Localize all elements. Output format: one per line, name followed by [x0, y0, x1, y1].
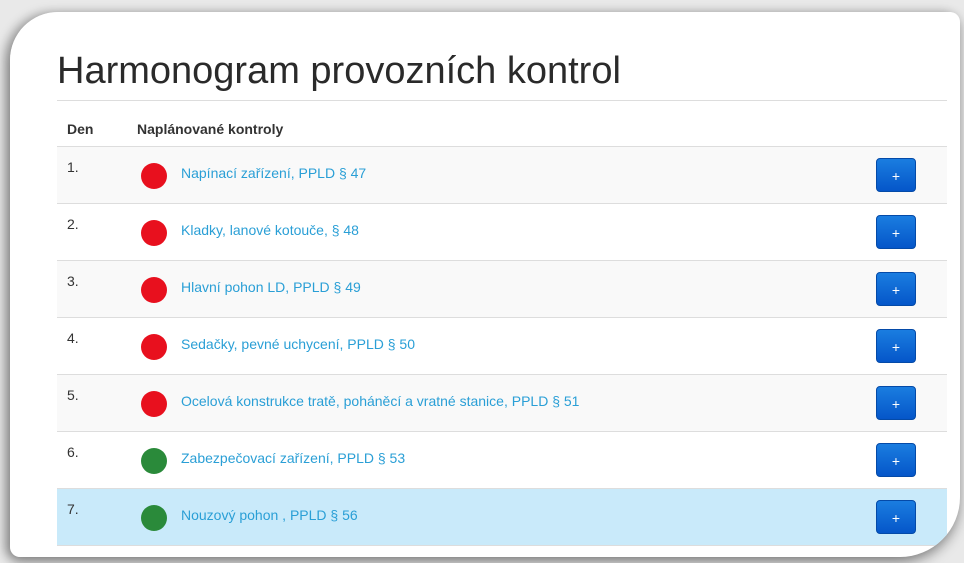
column-header-checks: Naplánované kontroly [137, 121, 284, 137]
add-button[interactable]: + [876, 158, 916, 192]
check-link[interactable]: Hlavní pohon LD, PPLD § 49 [181, 279, 361, 295]
check-link[interactable]: Zabezpečovací zařízení, PPLD § 53 [181, 450, 405, 466]
table-row: 7. Nouzový pohon , PPLD § 56 + [57, 489, 947, 546]
content-panel: Harmonogram provozních kontrol Den Naplá… [10, 12, 960, 557]
table-row: 4. Sedačky, pevné uchycení, PPLD § 50 + [57, 318, 947, 375]
table-row: 6. Zabezpečovací zařízení, PPLD § 53 + [57, 432, 947, 489]
check-link[interactable]: Kladky, lanové kotouče, § 48 [181, 222, 359, 238]
page-title: Harmonogram provozních kontrol [57, 50, 621, 92]
add-button[interactable]: + [876, 443, 916, 477]
add-button[interactable]: + [876, 386, 916, 420]
row-day-number: 7. [67, 501, 79, 517]
check-link[interactable]: Ocelová konstrukce tratě, poháněcí a vra… [181, 393, 579, 409]
status-dot-red [141, 391, 167, 417]
status-dot-red [141, 277, 167, 303]
check-link[interactable]: Napínací zařízení, PPLD § 47 [181, 165, 366, 181]
add-button[interactable]: + [876, 272, 916, 306]
row-day-number: 3. [67, 273, 79, 289]
table-row: 2. Kladky, lanové kotouče, § 48 + [57, 204, 947, 261]
status-dot-green [141, 505, 167, 531]
table-header: Den Naplánované kontroly [57, 112, 947, 147]
row-day-number: 4. [67, 330, 79, 346]
check-link[interactable]: Nouzový pohon , PPLD § 56 [181, 507, 358, 523]
column-header-day: Den [67, 121, 94, 137]
add-button[interactable]: + [876, 500, 916, 534]
check-link[interactable]: Sedačky, pevné uchycení, PPLD § 50 [181, 336, 415, 352]
add-button[interactable]: + [876, 329, 916, 363]
add-button[interactable]: + [876, 215, 916, 249]
table-body: 1. Napínací zařízení, PPLD § 47 +2. Kladky,… [57, 147, 947, 546]
row-day-number: 2. [67, 216, 79, 232]
table-row: 1. Napínací zařízení, PPLD § 47 + [57, 147, 947, 204]
table-row: 5. Ocelová konstrukce tratě, poháněcí a v… [57, 375, 947, 432]
status-dot-green [141, 448, 167, 474]
status-dot-red [141, 334, 167, 360]
title-divider [57, 100, 947, 101]
row-day-number: 1. [67, 159, 79, 175]
schedule-table: Den Naplánované kontroly 1. Napínací zaří… [57, 112, 947, 546]
status-dot-red [141, 220, 167, 246]
row-day-number: 6. [67, 444, 79, 460]
status-dot-red [141, 163, 167, 189]
row-day-number: 5. [67, 387, 79, 403]
table-row: 3. Hlavní pohon LD, PPLD § 49 + [57, 261, 947, 318]
